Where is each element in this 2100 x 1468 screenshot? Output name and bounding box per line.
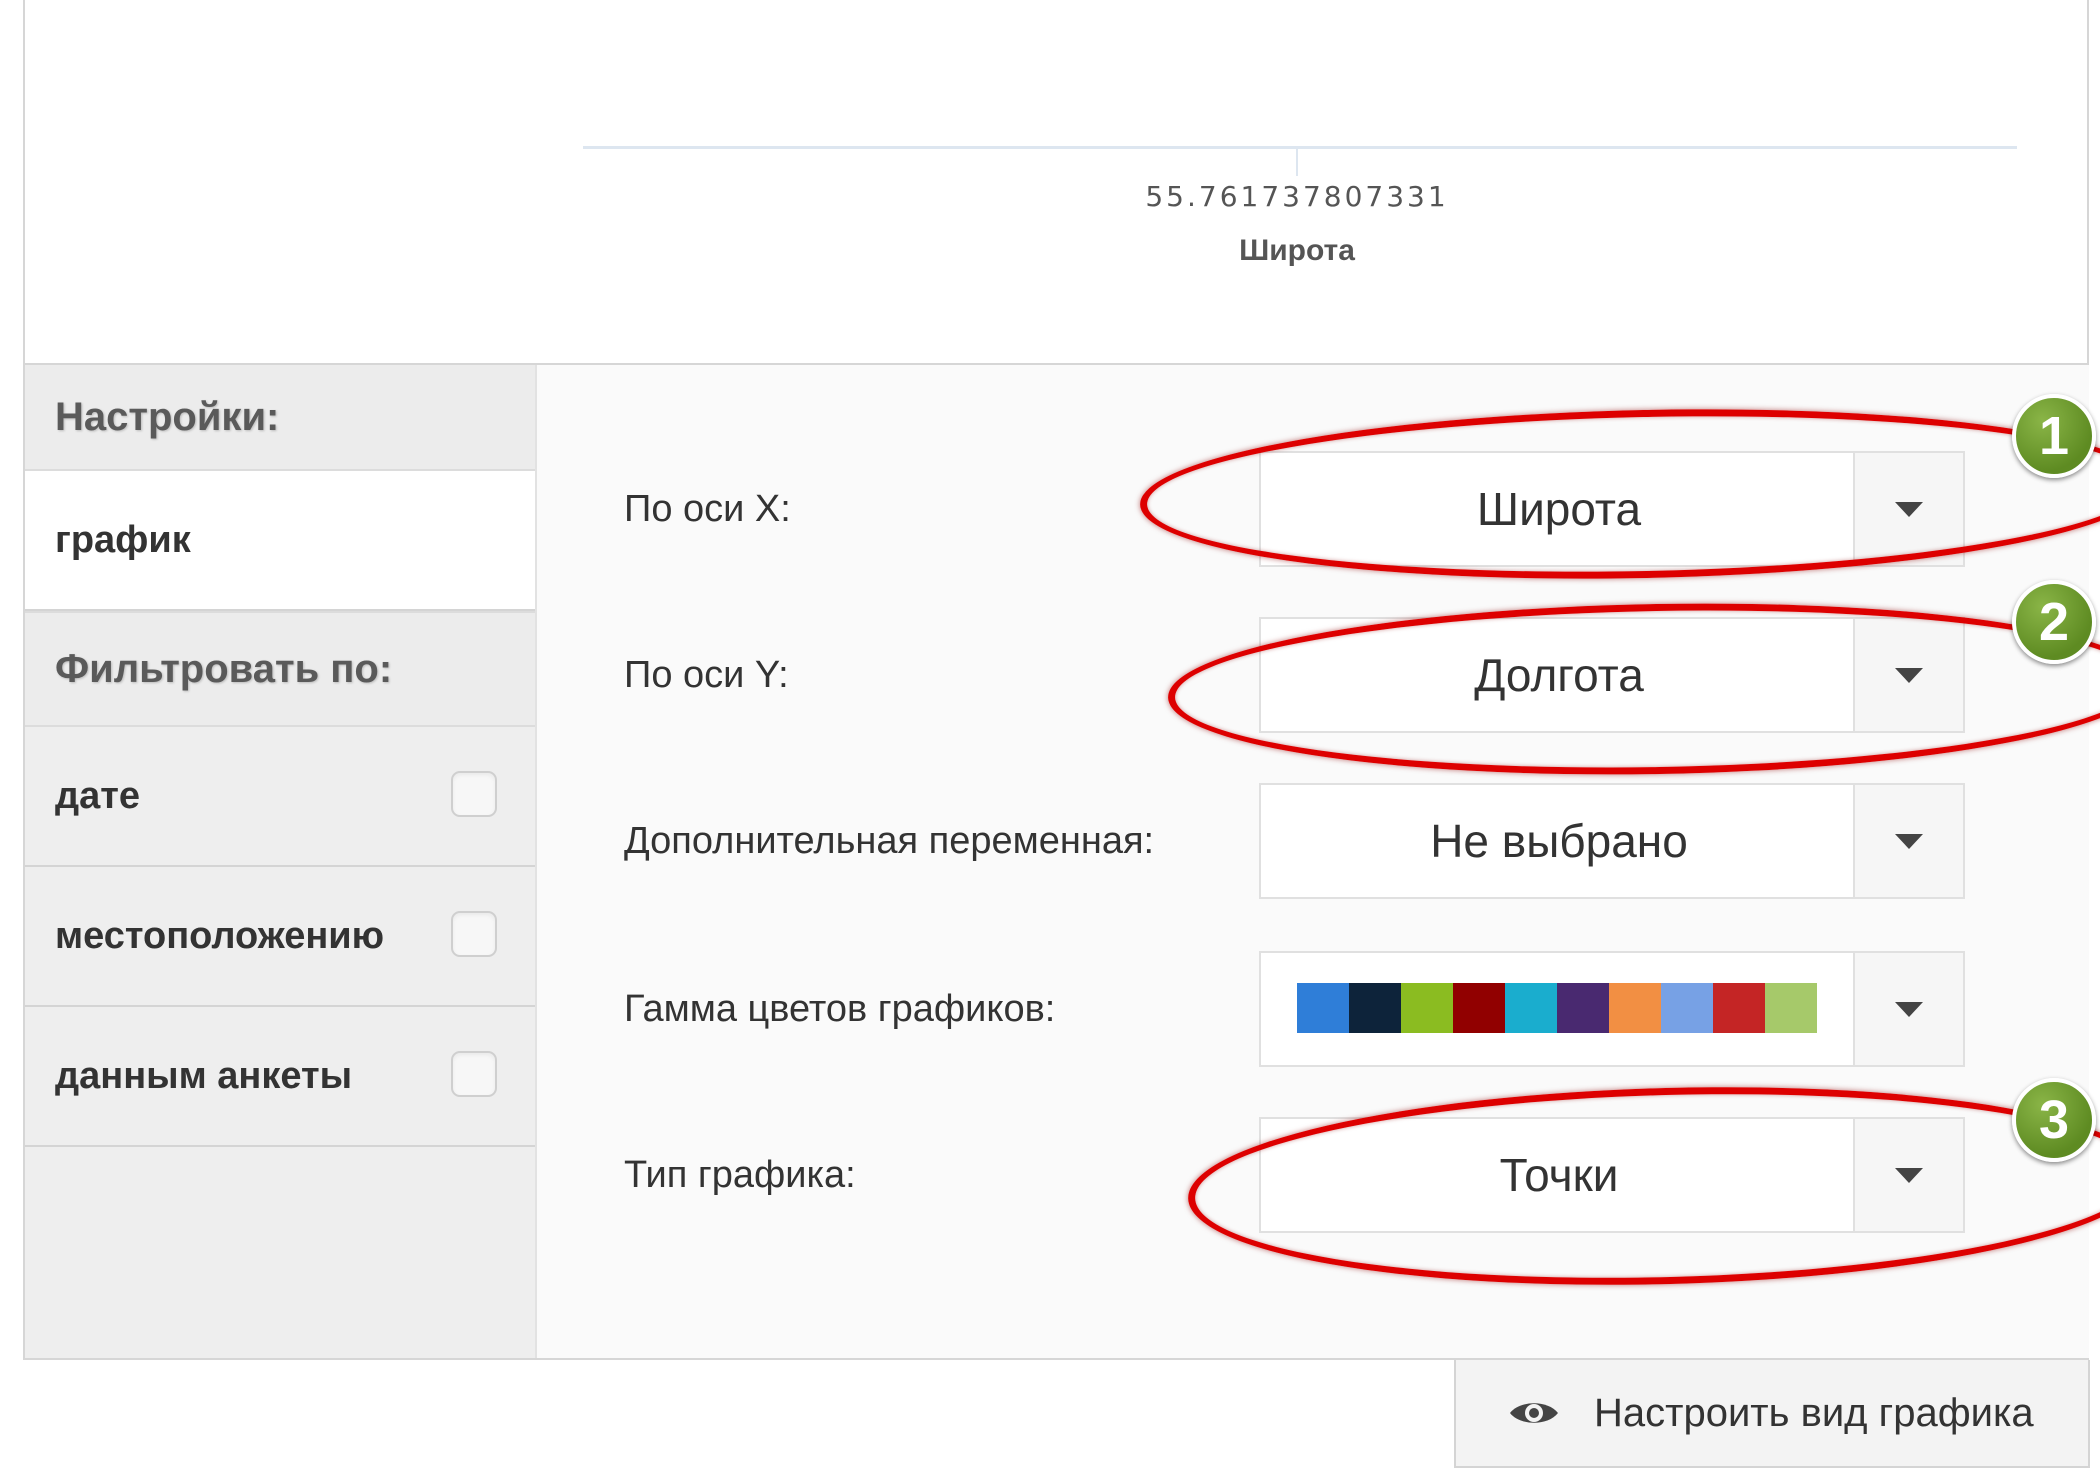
filter-label: данным анкеты [55,1054,353,1097]
filter-item-survey[interactable]: данным анкеты [25,1007,535,1147]
palette-swatch [1557,983,1609,1033]
chevron-down-icon [1895,1001,1923,1017]
filter-survey-checkbox[interactable] [451,1051,497,1097]
palette-swatch [1713,983,1765,1033]
extra-variable-select[interactable]: Не выбрано [1259,783,1965,899]
x-axis-tick [1296,146,1298,176]
palette-swatch [1349,983,1401,1033]
dropdown-toggle[interactable] [1853,953,1963,1065]
chevron-down-icon [1895,833,1923,849]
x-axis-label: По оси X: [624,487,791,530]
palette-swatch [1297,983,1349,1033]
settings-sidebar: Настройки: график Фильтровать по: дате м… [25,365,537,1358]
filter-item-date[interactable]: дате [25,727,535,867]
annotation-badge-3: 3 [2012,1078,2096,1162]
x-axis-tick-label: 55.761737807331 [1145,180,1449,213]
settings-header: Настройки: [25,365,535,471]
palette-swatch [1765,983,1817,1033]
eye-icon [1510,1403,1558,1423]
filter-location-checkbox[interactable] [451,911,497,957]
x-axis-title: Широта [1239,234,1355,267]
palette-swatch [1609,983,1661,1033]
chart-preview: 55.761737807331 Широта [23,0,2089,365]
palette-swatch [1453,983,1505,1033]
dropdown-toggle[interactable] [1853,785,1963,897]
palette-swatches [1297,983,1817,1033]
annotation-badge-2: 2 [2012,580,2096,664]
filter-label: местоположению [55,914,385,957]
filter-label: дате [55,774,140,817]
sidebar-item-label: график [55,518,191,561]
chart-type-label: Тип графика: [624,1153,856,1196]
filter-header: Фильтровать по: [25,611,535,727]
palette-label: Гамма цветов графиков: [624,987,1056,1030]
y-axis-label: По оси Y: [624,653,789,696]
annotation-badge-1: 1 [2012,394,2096,478]
palette-swatch [1661,983,1713,1033]
filter-date-checkbox[interactable] [451,771,497,817]
palette-select[interactable] [1259,951,1965,1067]
extra-variable-select-value: Не выбрано [1430,815,1688,867]
sidebar-item-chart[interactable]: график [25,471,535,611]
extra-variable-label: Дополнительная переменная: [624,819,1155,862]
customize-chart-label: Настроить вид графика [1594,1390,2034,1435]
filter-item-location[interactable]: местоположению [25,867,535,1007]
palette-swatch [1401,983,1453,1033]
palette-swatch [1505,983,1557,1033]
x-axis-line [583,146,2017,149]
customize-chart-button[interactable]: Настроить вид графика [1454,1360,2090,1468]
